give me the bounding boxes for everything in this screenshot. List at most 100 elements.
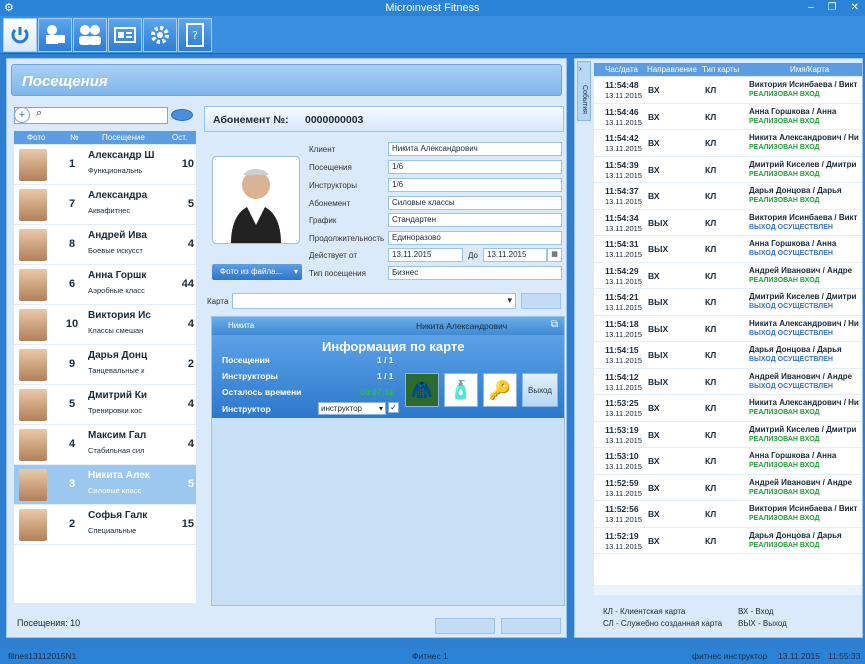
visits-label: Посещения	[309, 163, 352, 172]
section-title: Посещения	[22, 73, 108, 90]
instructor-select-value: инструктор	[321, 404, 362, 413]
event-row[interactable]: 11:54:15 13.11.2015 ВЫХ КЛ Дарья Донцова / Д…	[594, 342, 862, 369]
users-button[interactable]	[73, 18, 107, 52]
client-field[interactable]: Никита Александрович	[388, 142, 562, 156]
instructor-select[interactable]: инструктор ▾	[318, 402, 386, 415]
table-row[interactable]: 5 Дмитрий Ки Тренировки кос 4	[14, 385, 196, 425]
event-row[interactable]: 11:54:21 13.11.2015 ВЫХ КЛ Дмитрий Киселев /…	[594, 289, 862, 316]
event-row[interactable]: 11:54:42 13.11.2015 ВХ КЛ Никита Александров…	[594, 130, 862, 157]
card-select[interactable]: ▾	[232, 293, 516, 309]
visit-number: 2	[68, 518, 76, 530]
event-row[interactable]: 11:54:29 13.11.2015 ВХ КЛ Андрей Иванович / …	[594, 263, 862, 289]
window-controls: – ❐ ✕	[808, 0, 859, 16]
event-time: 11:54:46	[605, 106, 639, 117]
horizontal-scrollbar[interactable]	[594, 585, 862, 595]
table-row[interactable]: 3 Никита Алек Силовые класс 5	[14, 465, 196, 505]
lock-user-button[interactable]	[38, 18, 72, 52]
events-side-tab[interactable]: › События	[577, 61, 591, 121]
event-row[interactable]: 11:54:37 13.11.2015 ВХ КЛ Дарья Донцова / Да…	[594, 183, 862, 210]
event-row[interactable]: 11:54:12 13.11.2015 ВЫХ КЛ Андрей Иванович /…	[594, 369, 862, 395]
section-header: Посещения	[11, 64, 562, 96]
visit-type-field[interactable]: Бизнес	[388, 266, 562, 280]
avatar	[19, 189, 47, 221]
schedule-field[interactable]: Стандартен	[388, 213, 562, 227]
event-status: ВЫХОД ОСУЩЕСТВЛЕН	[749, 329, 833, 337]
jacket-icon[interactable]: 🧥	[405, 373, 439, 407]
event-status: РЕАЛИЗОВАН ВХОД	[749, 515, 820, 522]
event-date: 13.11.2015	[605, 303, 642, 312]
maximize-icon[interactable]: ❐	[828, 0, 837, 16]
event-row[interactable]: 11:54:48 13.11.2015 ВХ КЛ Виктория Исинбаева…	[594, 77, 862, 104]
event-date: 13.11.2015	[605, 488, 642, 498]
action-button-1[interactable]	[435, 618, 495, 634]
avatar	[19, 309, 47, 341]
event-row[interactable]: 11:53:19 13.11.2015 ВХ КЛ Дмитрий Киселев / …	[594, 422, 862, 448]
event-time: 11:54:34	[605, 212, 639, 223]
status-time: 11:55:33	[828, 651, 861, 661]
event-name: Дмитрий Киселев / Дмитри	[749, 424, 857, 434]
table-row[interactable]: 8 Андрей Ива Боевые искусст 4	[14, 225, 196, 265]
power-button[interactable]	[3, 18, 37, 52]
client-name: Андрей Ива	[88, 230, 147, 241]
event-date: 13.11.2015	[605, 382, 642, 392]
instructor-checkbox[interactable]: ✓	[388, 402, 399, 413]
event-row[interactable]: 11:52:56 13.11.2015 ВХ КЛ Виктория Исинбаева…	[594, 501, 862, 528]
table-row[interactable]: 9 Дарья Донц Танцевальные к 2	[14, 345, 196, 385]
event-name: Дмитрий Киселев / Дмитри	[749, 292, 857, 301]
minimize-icon[interactable]: –	[808, 0, 814, 16]
table-row[interactable]: 2 Софья Галк Специальные 15	[14, 505, 196, 545]
photo-from-file-button[interactable]: Фото из файла... ▾	[212, 264, 302, 280]
event-date: 13.11.2015	[605, 515, 642, 524]
event-row[interactable]: 11:54:31 13.11.2015 ВЫХ КЛ Анна Горшкова / А…	[594, 236, 862, 263]
event-row[interactable]: 11:54:39 13.11.2015 ВХ КЛ Дмитрий Киселев / …	[594, 157, 862, 183]
event-status: РЕАЛИЗОВАН ВХОД	[749, 541, 820, 549]
table-row[interactable]: 4 Максим Гал Стабильная сил 4	[14, 425, 196, 465]
valid-to-field[interactable]: 13.11.2015	[483, 248, 547, 262]
table-row[interactable]: 1 Александр Ш Функциональнь 10	[14, 145, 196, 185]
event-row[interactable]: 11:52:19 13.11.2015 ВХ КЛ Дарья Донцова / Да…	[594, 528, 862, 554]
visit-number: 5	[68, 398, 76, 410]
visits-field[interactable]: 1/6	[388, 160, 562, 174]
event-row[interactable]: 11:54:46 13.11.2015 ВХ КЛ Анна Горшкова / Ан…	[594, 104, 862, 130]
event-card-type: КЛ	[705, 403, 717, 413]
event-date: 13.11.2015	[605, 91, 642, 100]
keys-icon[interactable]: 🔑	[483, 373, 517, 407]
event-name: Анна Горшкова / Анна	[749, 239, 837, 248]
eye-icon[interactable]	[171, 109, 193, 121]
table-row[interactable]: 7 Александра Аквафитнес 5	[14, 185, 196, 225]
card-apply-button[interactable]	[521, 293, 561, 309]
towel-icon[interactable]: 🧴	[444, 373, 478, 407]
abonement-type-field[interactable]: Силовые классы	[388, 196, 562, 210]
event-row[interactable]: 11:53:25 13.11.2015 ВХ КЛ Никита Александров…	[594, 395, 862, 422]
duration-field[interactable]: Единоразово	[388, 231, 562, 245]
remaining-count: 44	[181, 278, 194, 290]
search-input[interactable]	[51, 108, 165, 123]
visit-number: 8	[68, 238, 76, 250]
close-icon[interactable]: ✕	[851, 0, 859, 16]
header-photo: Фото	[27, 133, 46, 142]
activity-name: Тренировки кос	[88, 406, 143, 415]
valid-from-field[interactable]: 13.11.2015	[388, 248, 463, 262]
action-button-2[interactable]	[501, 618, 561, 634]
activity-name: Аэробные класс	[88, 286, 145, 295]
exit-button[interactable]: Выход	[522, 373, 558, 407]
ci-visits-label: Посещения	[222, 355, 270, 365]
header-rest: Ост.	[172, 133, 188, 142]
event-row[interactable]: 11:52:59 13.11.2015 ВХ КЛ Андрей Иванович / …	[594, 475, 862, 501]
event-card-type: КЛ	[705, 191, 717, 201]
calculator-button[interactable]: ?	[178, 18, 212, 52]
client-photo	[212, 156, 300, 244]
add-icon[interactable]: +	[14, 107, 30, 123]
event-row[interactable]: 11:54:18 13.11.2015 ВЫХ КЛ Никита Александро…	[594, 316, 862, 342]
calendar-icon[interactable]: ▦	[547, 248, 562, 262]
instructors-field[interactable]: 1/6	[388, 178, 562, 192]
settings-button[interactable]	[143, 18, 177, 52]
card-button[interactable]	[108, 18, 142, 52]
event-direction: ВХ	[648, 138, 660, 148]
table-row[interactable]: 6 Анна Горшк Аэробные класс 44	[14, 265, 196, 305]
table-row[interactable]: 10 Виктория Ис Классы смешан 4	[14, 305, 196, 345]
event-row[interactable]: 11:53:10 13.11.2015 ВХ КЛ Анна Горшкова / Ан…	[594, 448, 862, 475]
copy-icon[interactable]: ⧉	[551, 319, 558, 330]
event-status: ВЫХОД ОСУЩЕСТВЛЕН	[749, 303, 833, 310]
event-row[interactable]: 11:54:34 13.11.2015 ВЫХ КЛ Виктория Исинбаев…	[594, 210, 862, 236]
